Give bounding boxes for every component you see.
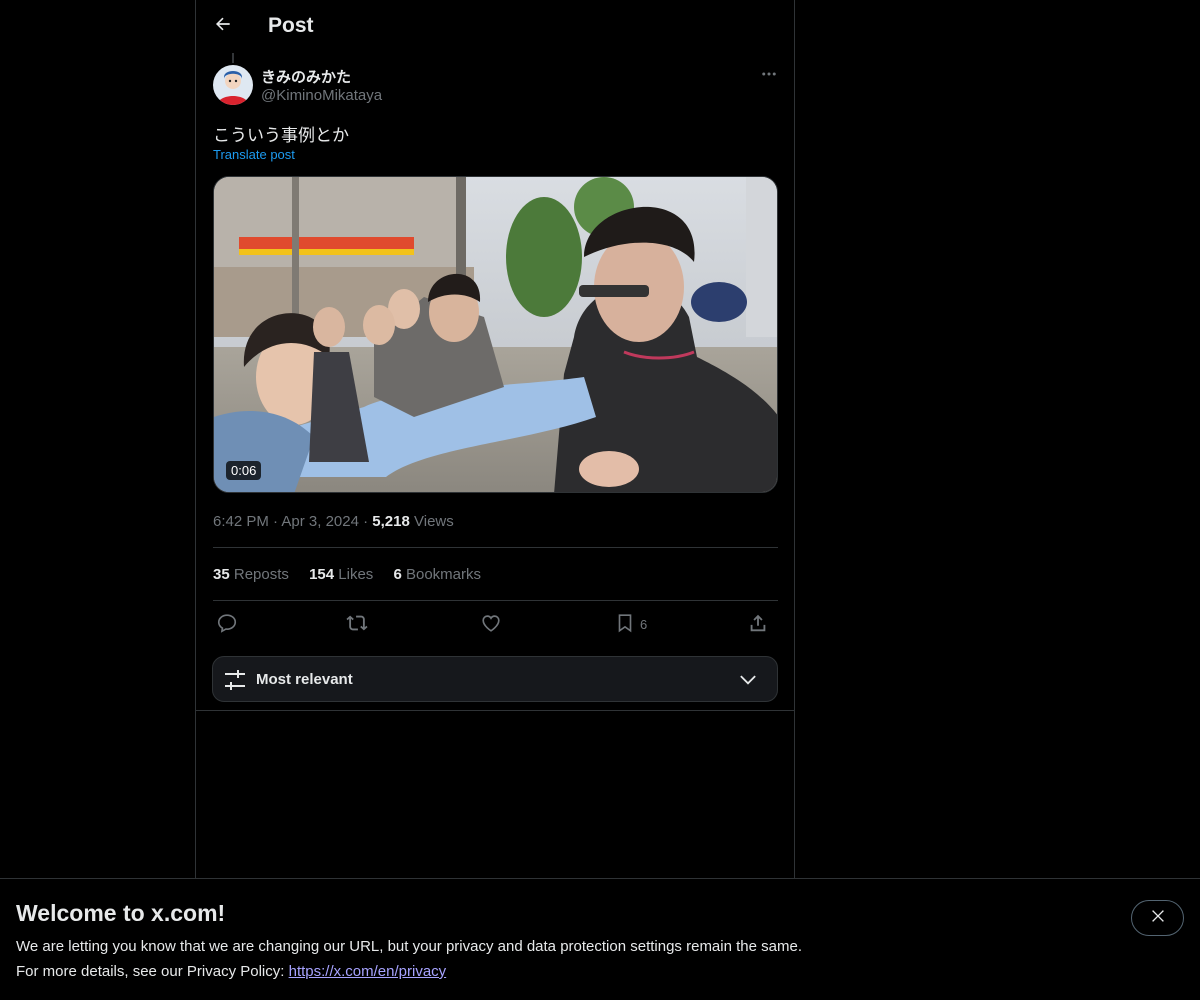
close-icon	[1150, 908, 1166, 929]
action-bar: 6	[213, 610, 778, 640]
avatar[interactable]	[213, 65, 253, 105]
reply-button[interactable]	[216, 610, 238, 638]
views-label: Views	[414, 513, 454, 530]
page-title: Post	[268, 14, 314, 37]
post-stats: 35 Reposts 154 Likes 6 Bookmarks	[213, 566, 497, 583]
divider	[213, 600, 778, 601]
back-button[interactable]	[206, 9, 240, 43]
reply-icon	[216, 612, 238, 637]
author-handle[interactable]: @KiminoMikataya	[261, 87, 382, 104]
arrow-left-icon	[213, 14, 233, 39]
more-button[interactable]	[756, 63, 782, 89]
bookmarks-stat[interactable]: 6 Bookmarks	[393, 566, 481, 583]
share-button[interactable]	[747, 610, 769, 638]
sort-replies-dropdown[interactable]: Most relevant	[212, 656, 778, 702]
url-change-banner: Welcome to x.com! We are letting you kno…	[0, 878, 1200, 1000]
repost-button[interactable]	[346, 610, 368, 638]
privacy-policy-link[interactable]: https://x.com/en/privacy	[289, 963, 447, 980]
post-time[interactable]: 6:42 PM	[213, 513, 269, 530]
heart-icon	[480, 612, 502, 637]
post-date[interactable]: Apr 3, 2024	[281, 513, 359, 530]
banner-privacy-note: For more details, see our Privacy Policy…	[16, 963, 447, 980]
post-meta: 6:42 PM · Apr 3, 2024 · 5,218 Views	[213, 513, 454, 530]
views-count: 5,218	[372, 513, 410, 530]
more-horizontal-icon	[760, 65, 778, 88]
translate-post-link[interactable]: Translate post	[213, 147, 295, 162]
bookmark-button[interactable]: 6	[614, 610, 647, 638]
primary-column: Post きみのみかた @KiminoMikataya こういう事例とか Tra…	[195, 0, 795, 878]
like-button[interactable]	[480, 610, 502, 638]
close-banner-button[interactable]	[1131, 900, 1184, 936]
post-text: こういう事例とか	[213, 126, 349, 145]
repost-icon	[346, 612, 368, 637]
banner-title: Welcome to x.com!	[16, 900, 226, 926]
divider	[196, 710, 794, 711]
video-thumbnail	[214, 177, 777, 492]
post-video[interactable]: 0:06	[213, 176, 778, 493]
thread-line	[232, 53, 234, 63]
divider	[213, 547, 778, 548]
banner-message: We are letting you know that we are chan…	[16, 938, 802, 955]
bookmark-icon	[614, 612, 636, 637]
author-name[interactable]: きみのみかた	[261, 66, 351, 87]
bookmark-count: 6	[640, 616, 648, 632]
chevron-down-icon	[737, 669, 759, 696]
page-header: Post	[196, 0, 794, 53]
likes-stat[interactable]: 154 Likes	[309, 566, 373, 583]
video-duration: 0:06	[226, 461, 262, 480]
reposts-stat[interactable]: 35 Reposts	[213, 566, 289, 583]
sliders-icon	[223, 668, 247, 697]
sort-label: Most relevant	[256, 671, 353, 688]
share-icon	[747, 612, 769, 637]
